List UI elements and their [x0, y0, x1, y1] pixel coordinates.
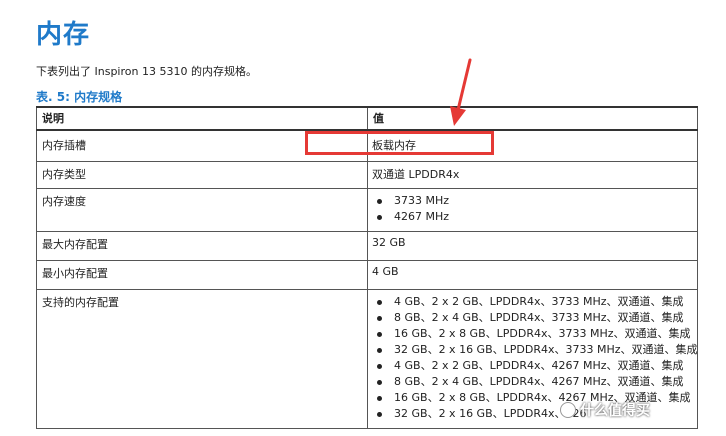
list-item: 16 GB、2 x 8 GB、LPDDR4x、3733 MHz、双通道、集成: [377, 327, 691, 340]
row-label: 支持的内存配置: [36, 289, 368, 429]
table-row: 最小内存配置 4 GB: [36, 260, 698, 290]
speed-list: 3733 MHz 4267 MHz: [372, 193, 692, 225]
watermark: 什么值得买: [560, 400, 650, 420]
list-item: 8 GB、2 x 4 GB、LPDDR4x、4267 MHz、双通道、集成: [377, 374, 692, 390]
table-row: 最大内存配置 32 GB: [36, 231, 698, 261]
list-item: 4 GB、2 x 2 GB、LPDDR4x、3733 MHz、双通道、集成: [377, 294, 692, 310]
row-label: 最大内存配置: [36, 231, 368, 261]
watermark-text: 什么值得买: [580, 403, 650, 419]
list-item: 8 GB、2 x 4 GB、LPDDR4x、3733 MHz、双通道、集成: [377, 310, 692, 326]
watermark-logo-icon: [560, 402, 576, 418]
list-item: 32 GB、2 x 16 GB、LPDDR4x、3733 MHz、双通道、集成: [377, 343, 698, 356]
row-value: 双通道 LPDDR4x: [367, 161, 698, 189]
row-label: 最小内存配置: [36, 260, 368, 290]
annotation-arrow-icon: [450, 58, 472, 126]
list-item: 3733 MHz: [377, 193, 692, 209]
highlight-box: [305, 131, 494, 155]
row-label: 内存类型: [36, 161, 368, 189]
table-header-row: 说明 值: [36, 106, 698, 131]
row-value: 32 GB: [367, 231, 698, 261]
list-item: 4267 MHz: [377, 209, 692, 225]
table-caption: 表. 5: 内存规格: [36, 90, 123, 104]
list-item: 4 GB、2 x 2 GB、LPDDR4x、4267 MHz、双通道、集成: [377, 358, 692, 374]
row-value: 3733 MHz 4267 MHz: [367, 188, 698, 232]
column-header-value: 值: [367, 106, 698, 131]
table-row: 内存速度 3733 MHz 4267 MHz: [36, 188, 698, 232]
column-header-description: 说明: [36, 106, 368, 131]
intro-text: 下表列出了 Inspiron 13 5310 的内存规格。: [36, 65, 257, 78]
row-value: 4 GB: [367, 260, 698, 290]
page-title: 内存: [36, 20, 91, 50]
table-row: 内存类型 双通道 LPDDR4x: [36, 161, 698, 189]
row-label: 内存速度: [36, 188, 368, 232]
